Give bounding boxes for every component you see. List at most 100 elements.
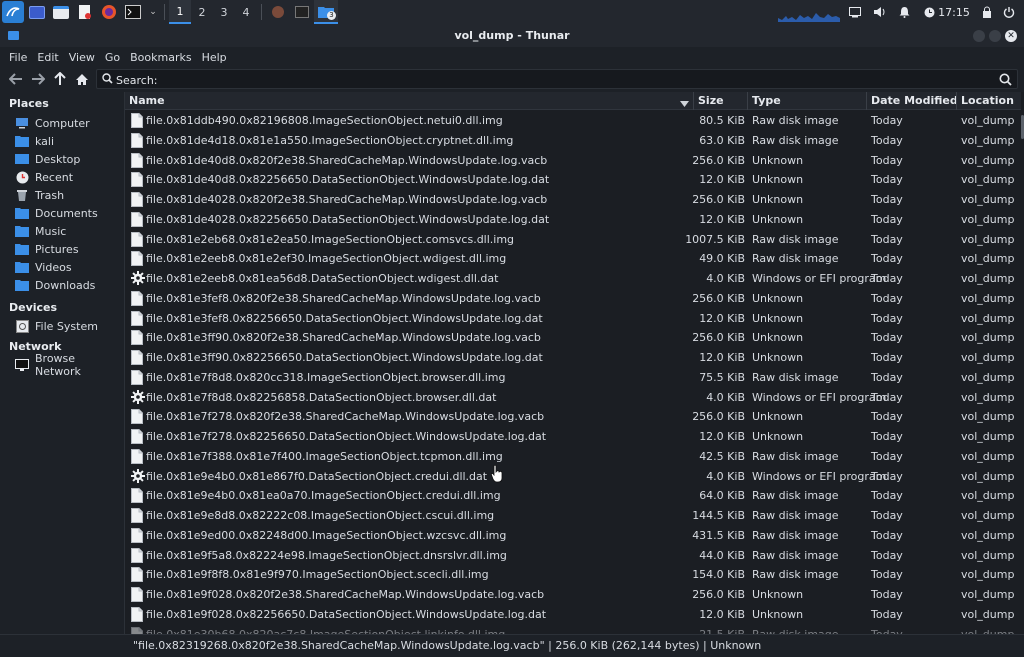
- file-row[interactable]: file.0x81e9e4b0.0x81ea0a70.ImageSectionO…: [125, 486, 1021, 506]
- file-list-view[interactable]: Name Size Type Date Modified Location fi…: [124, 92, 1024, 634]
- show-desktop-icon[interactable]: [26, 0, 48, 24]
- column-divider[interactable]: [866, 92, 867, 110]
- file-size: 12.0 KiB: [699, 351, 745, 364]
- window-count-badge: 3: [327, 11, 336, 20]
- taskbar-terminal-icon[interactable]: [290, 0, 314, 24]
- window-titlebar[interactable]: vol_dump - Thunar ✕: [0, 24, 1024, 47]
- file-row[interactable]: file.0x81e3fef8.0x820f2e38.SharedCacheMa…: [125, 289, 1021, 309]
- power-icon[interactable]: [1001, 0, 1017, 24]
- workspace-4[interactable]: 4: [235, 0, 257, 24]
- file-row[interactable]: file.0x81e7f388.0x81e7f400.ImageSectionO…: [125, 447, 1021, 467]
- workspace-3[interactable]: 3: [213, 0, 235, 24]
- file-row[interactable]: file.0x81de4028.0x82256650.DataSectionOb…: [125, 210, 1021, 230]
- minimize-button[interactable]: [973, 30, 985, 42]
- forward-arrow-icon[interactable]: [29, 70, 47, 88]
- file-location: vol_dump: [961, 390, 1015, 404]
- file-row[interactable]: file.0x81e7f8d8.0x82256858.DataSectionOb…: [125, 388, 1021, 408]
- sidebar-item-recent[interactable]: Recent: [15, 168, 73, 186]
- file-row[interactable]: file.0x81e9e8d8.0x82222c08.ImageSectionO…: [125, 506, 1021, 526]
- file-row[interactable]: file.0x81e9f8f8.0x81e9f970.ImageSectionO…: [125, 565, 1021, 585]
- menu-edit[interactable]: Edit: [32, 51, 63, 64]
- sidebar-item-music[interactable]: Music: [15, 222, 66, 240]
- file-row[interactable]: file.0x81e2eeb8.0x81e2ef30.ImageSectionO…: [125, 249, 1021, 269]
- search-icon[interactable]: [999, 73, 1012, 86]
- firefox-icon[interactable]: [98, 0, 120, 24]
- sidebar-item-kali[interactable]: kali: [15, 132, 54, 150]
- file-row[interactable]: file.0x81e9f028.0x820f2e38.SharedCacheMa…: [125, 585, 1021, 605]
- notifications-bell-icon[interactable]: [895, 0, 913, 24]
- file-row[interactable]: file.0x81e9ed00.0x82248d00.ImageSectionO…: [125, 526, 1021, 546]
- file-row[interactable]: file.0x81e9f028.0x82256650.DataSectionOb…: [125, 605, 1021, 625]
- text-editor-icon[interactable]: [74, 0, 96, 24]
- file-row[interactable]: file.0x81ddb490.0x82196808.ImageSectionO…: [125, 111, 1021, 131]
- sidebar-item-label: File System: [35, 319, 98, 333]
- file-location: vol_dump: [961, 272, 1015, 285]
- file-row[interactable]: file.0x81e3ff90.0x820f2e38.SharedCacheMa…: [125, 328, 1021, 348]
- search-input[interactable]: Search:: [96, 69, 1018, 89]
- sidebar-item-file-system[interactable]: File System: [15, 317, 98, 335]
- menu-view[interactable]: View: [64, 51, 100, 64]
- file-row[interactable]: file.0x81e7f278.0x82256650.DataSectionOb…: [125, 427, 1021, 447]
- file-row[interactable]: file.0x81e30b68.0x820ac7c8.ImageSectionO…: [125, 625, 1021, 634]
- file-row[interactable]: file.0x81e7f8d8.0x820cc318.ImageSectionO…: [125, 368, 1021, 388]
- column-header-name[interactable]: Name: [129, 94, 165, 107]
- sidebar-item-downloads[interactable]: Downloads: [15, 276, 95, 294]
- sidebar-item-computer[interactable]: Computer: [15, 114, 90, 132]
- column-header-date-modified[interactable]: Date Modified: [871, 94, 958, 107]
- window-list-icon[interactable]: [846, 0, 864, 24]
- workspace-2[interactable]: 2: [191, 0, 213, 24]
- menu-help[interactable]: Help: [197, 51, 232, 64]
- file-size: 12.0 KiB: [699, 430, 745, 443]
- workspace-1[interactable]: 1: [169, 0, 191, 24]
- file-row[interactable]: file.0x81de40d8.0x82256650.DataSectionOb…: [125, 170, 1021, 190]
- file-row[interactable]: file.0x81e3fef8.0x82256650.DataSectionOb…: [125, 309, 1021, 329]
- menu-go[interactable]: Go: [100, 51, 125, 64]
- vertical-scrollbar[interactable]: [1020, 111, 1024, 634]
- file-row[interactable]: file.0x81de4d18.0x81e1a550.ImageSectionO…: [125, 131, 1021, 151]
- search-label: Search:: [116, 74, 158, 87]
- sidebar-item-pictures[interactable]: Pictures: [15, 240, 79, 258]
- chevron-down-icon[interactable]: ⌄: [146, 0, 160, 24]
- file-row[interactable]: file.0x81e9e4b0.0x81e867f0.DataSectionOb…: [125, 467, 1021, 487]
- menu-file[interactable]: File: [4, 51, 32, 64]
- kali-menu-icon[interactable]: [2, 1, 24, 23]
- file-date-modified: Today: [871, 252, 903, 266]
- lock-screen-icon[interactable]: [979, 0, 995, 24]
- terminal-icon[interactable]: [122, 0, 144, 24]
- taskbar-file-manager-icon[interactable]: 3: [314, 0, 338, 24]
- file-manager-icon[interactable]: [50, 0, 72, 24]
- sidebar-item-desktop[interactable]: Desktop: [15, 150, 80, 168]
- close-button[interactable]: ✕: [1005, 30, 1017, 42]
- file-row[interactable]: file.0x81de40d8.0x820f2e38.SharedCacheMa…: [125, 151, 1021, 171]
- file-location: vol_dump: [961, 311, 1015, 325]
- file-row[interactable]: file.0x81de4028.0x820f2e38.SharedCacheMa…: [125, 190, 1021, 210]
- column-header-location[interactable]: Location: [961, 94, 1014, 107]
- sidebar-item-documents[interactable]: Documents: [15, 204, 98, 222]
- up-arrow-icon[interactable]: [51, 70, 69, 88]
- sidebar-item-browse-network[interactable]: Browse Network: [15, 352, 123, 378]
- maximize-button[interactable]: [989, 30, 1001, 42]
- document-icon: [131, 310, 143, 326]
- file-row[interactable]: file.0x81e9f5a8.0x82224e98.ImageSectionO…: [125, 546, 1021, 566]
- menu-bookmarks[interactable]: Bookmarks: [125, 51, 196, 64]
- column-header-size[interactable]: Size: [698, 94, 724, 107]
- back-arrow-icon[interactable]: [7, 70, 25, 88]
- file-row[interactable]: file.0x81e2eb68.0x81e2ea50.ImageSectionO…: [125, 230, 1021, 250]
- volume-icon[interactable]: [871, 0, 889, 24]
- file-type: Unknown: [752, 588, 804, 601]
- sidebar-item-videos[interactable]: Videos: [15, 258, 72, 276]
- column-divider[interactable]: [956, 92, 957, 110]
- file-row[interactable]: file.0x81e2eeb8.0x81ea56d8.DataSectionOb…: [125, 269, 1021, 289]
- file-location: vol_dump: [961, 114, 1015, 127]
- column-divider[interactable]: [747, 92, 748, 110]
- taskbar-firefox-icon[interactable]: [266, 0, 290, 24]
- column-header-type[interactable]: Type: [752, 94, 781, 107]
- sidebar-item-trash[interactable]: Trash: [15, 186, 64, 204]
- home-icon[interactable]: [73, 70, 91, 88]
- file-row[interactable]: file.0x81e7f278.0x820f2e38.SharedCacheMa…: [125, 407, 1021, 427]
- file-row[interactable]: file.0x81e3ff90.0x82256650.DataSectionOb…: [125, 348, 1021, 368]
- column-divider[interactable]: [693, 92, 694, 110]
- document-icon: [131, 409, 143, 425]
- file-size: 256.0 KiB: [692, 410, 745, 424]
- panel-clock[interactable]: 17:15: [938, 0, 970, 24]
